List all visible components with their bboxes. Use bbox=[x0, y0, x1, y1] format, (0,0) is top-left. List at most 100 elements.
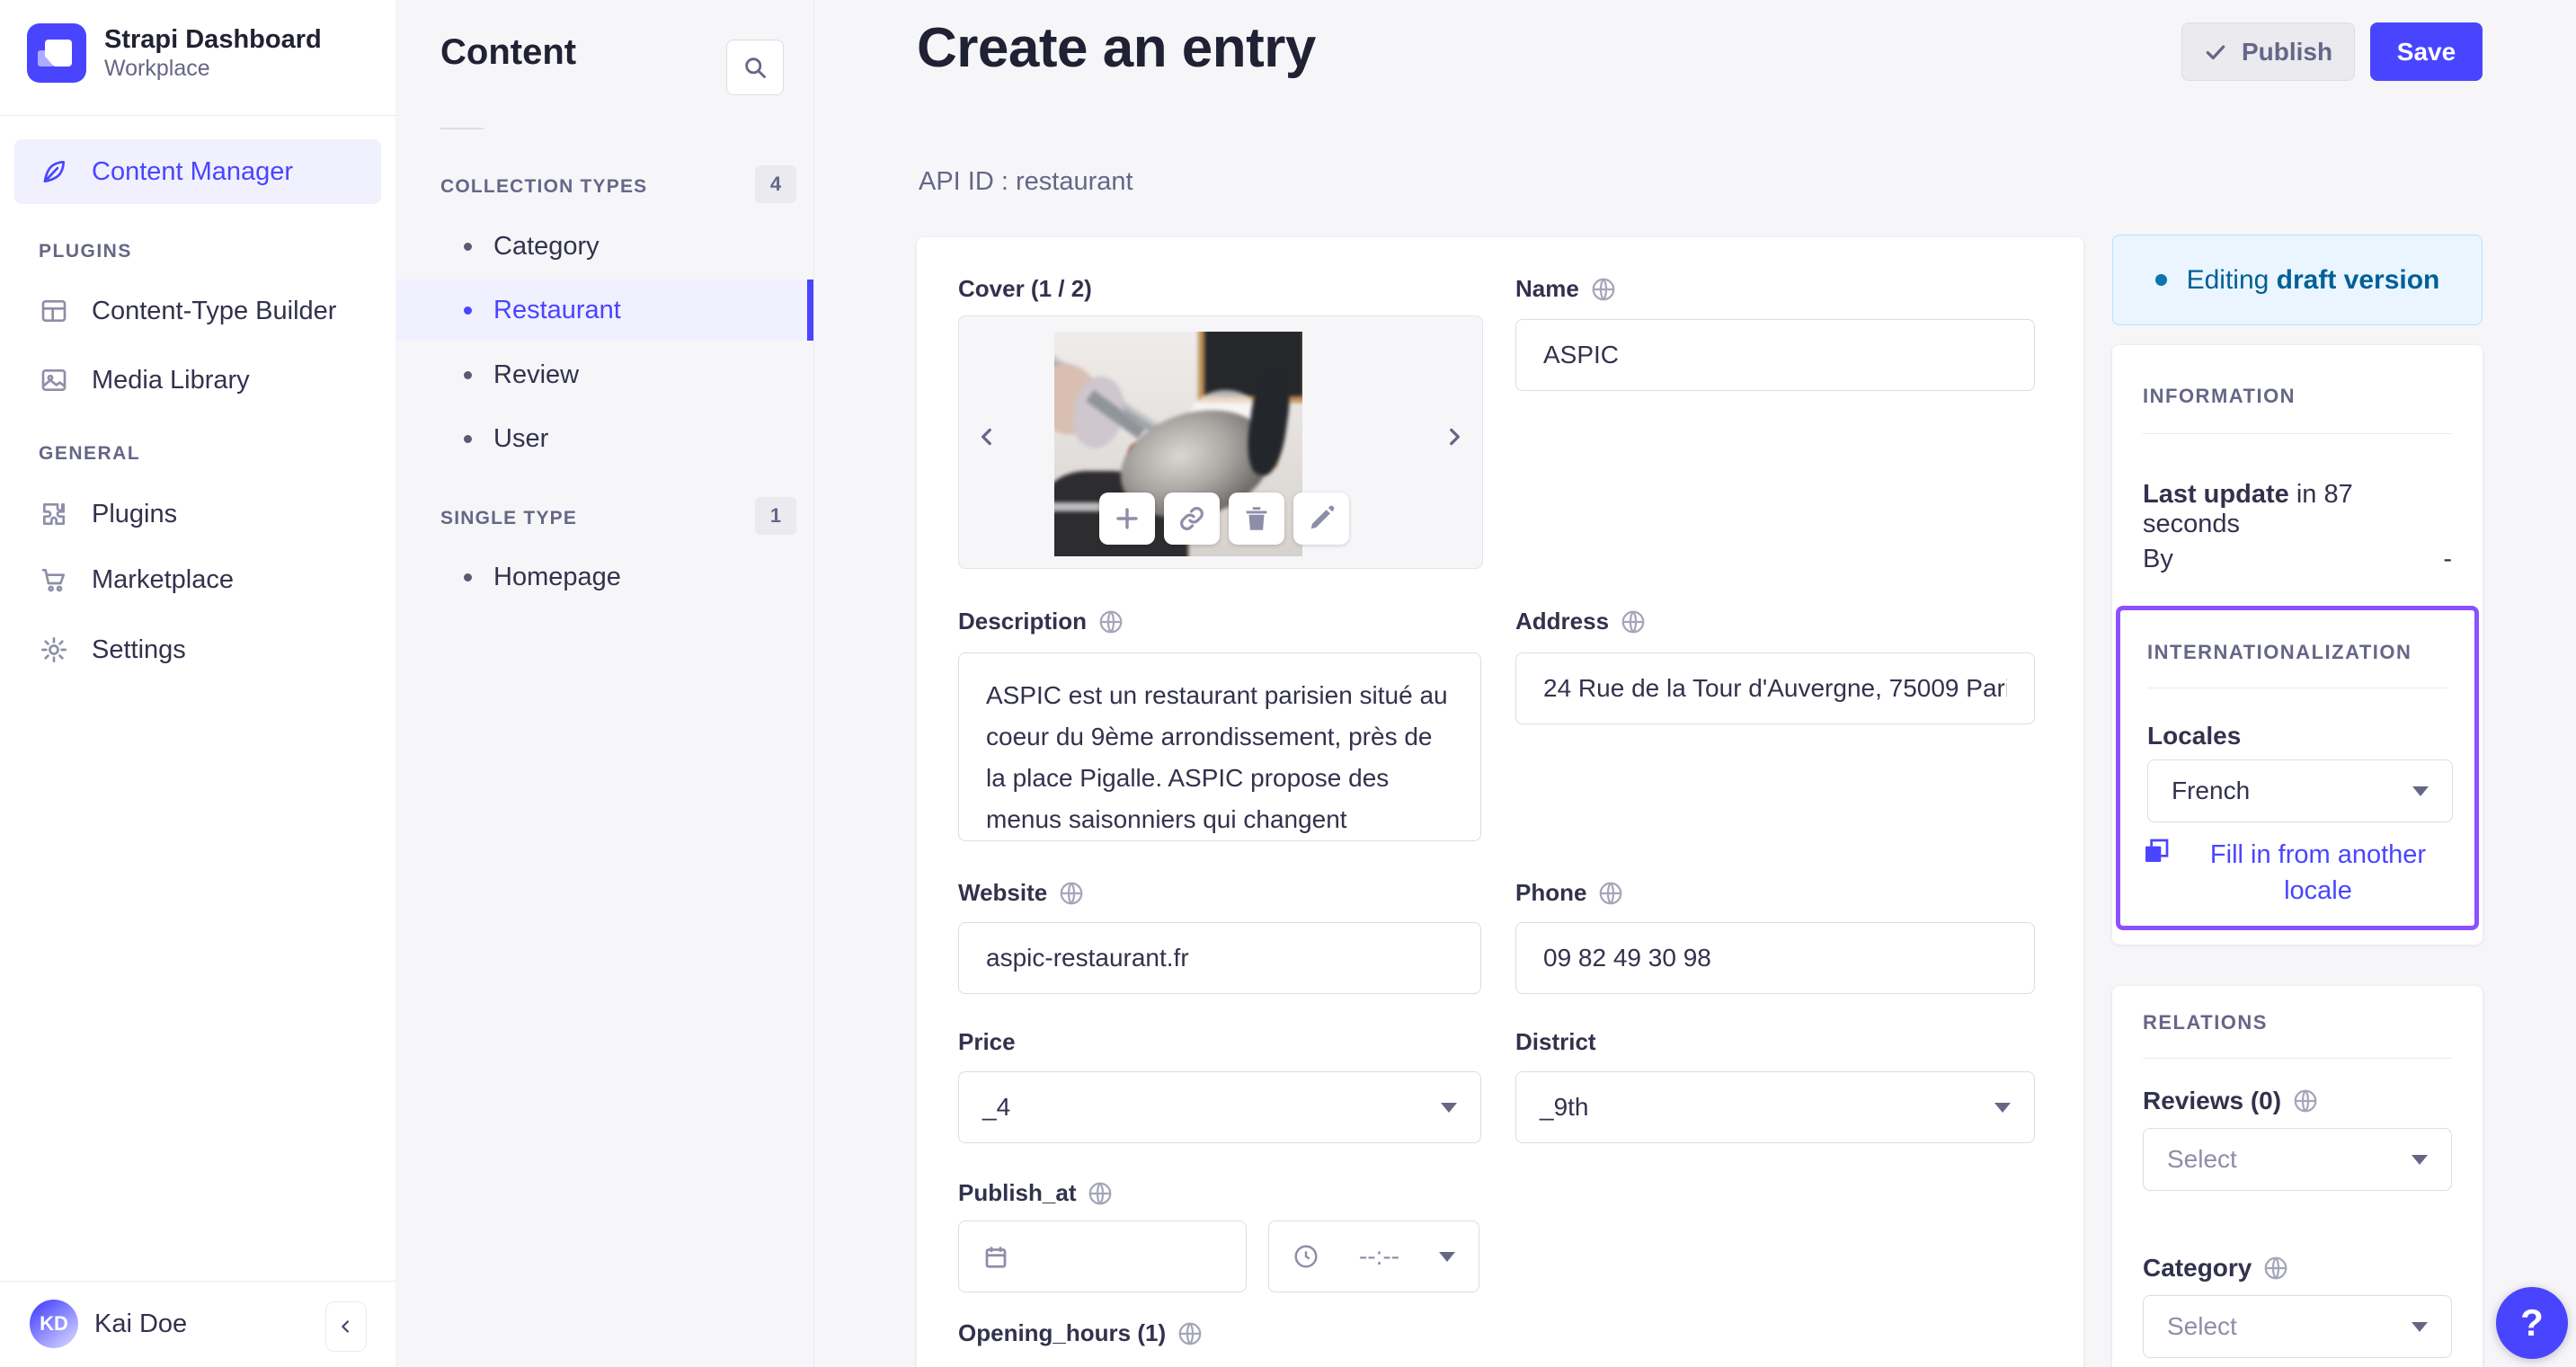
district-value: _9th bbox=[1540, 1093, 1589, 1121]
cover-carousel bbox=[958, 315, 1483, 569]
i18n-title: INTERNATIONALIZATION bbox=[2147, 641, 2412, 663]
locale-select[interactable]: French bbox=[2147, 759, 2453, 822]
sidebar-section-general: GENERAL bbox=[39, 443, 141, 464]
locales-label: Locales bbox=[2147, 722, 2242, 750]
picture-icon bbox=[40, 366, 68, 395]
divider bbox=[0, 115, 395, 116]
check-icon bbox=[2204, 40, 2227, 64]
user-name: Kai Doe bbox=[94, 1309, 188, 1338]
active-indicator bbox=[807, 280, 813, 341]
chevron-down-icon bbox=[2412, 786, 2429, 796]
sidebar-item-label: Marketplace bbox=[92, 564, 234, 594]
help-button[interactable]: ? bbox=[2496, 1287, 2568, 1359]
edit-asset-button[interactable] bbox=[1293, 493, 1349, 545]
chevron-down-icon bbox=[2412, 1154, 2428, 1165]
phone-field-label: Phone bbox=[1515, 879, 1624, 907]
collapse-sidebar-button[interactable] bbox=[325, 1301, 367, 1352]
save-label: Save bbox=[2396, 37, 2456, 66]
link-icon bbox=[1180, 507, 1204, 530]
globe-icon bbox=[1087, 1180, 1114, 1207]
avatar: KD bbox=[30, 1300, 78, 1348]
cover-actions bbox=[1099, 493, 1349, 545]
single-type-label: SINGLE TYPE bbox=[440, 508, 578, 528]
reviews-placeholder: Select bbox=[2167, 1145, 2237, 1173]
globe-icon bbox=[2262, 1255, 2289, 1282]
phone-input[interactable] bbox=[1515, 922, 2035, 994]
price-select[interactable]: _4 bbox=[958, 1071, 1481, 1143]
time-placeholder: --:-- bbox=[1358, 1242, 1400, 1270]
calendar-icon bbox=[982, 1243, 1009, 1270]
sidebar-item-label: Content Manager bbox=[92, 156, 294, 186]
description-textarea[interactable]: ASPIC est un restaurant parisien situé a… bbox=[958, 652, 1481, 841]
pencil-icon bbox=[1310, 505, 1335, 529]
copy-icon bbox=[2142, 837, 2171, 865]
sidebar-item-plugins[interactable]: Plugins bbox=[14, 480, 381, 548]
relations-title: RELATIONS bbox=[2143, 1011, 2268, 1034]
website-input[interactable] bbox=[958, 922, 1481, 994]
sidebar-item-content-type-builder[interactable]: Content-Type Builder bbox=[14, 277, 381, 345]
subnav-item-category[interactable]: Category bbox=[395, 216, 813, 277]
strapi-logo-icon bbox=[27, 23, 86, 83]
search-button[interactable] bbox=[726, 40, 784, 95]
publish-at-date-input[interactable] bbox=[958, 1221, 1247, 1292]
copy-link-button[interactable] bbox=[1164, 493, 1220, 545]
subnav-item-homepage[interactable]: Homepage bbox=[395, 546, 813, 608]
reviews-select[interactable]: Select bbox=[2143, 1128, 2452, 1191]
chevron-down-icon bbox=[1994, 1102, 2011, 1113]
publish-label: Publish bbox=[2241, 37, 2333, 66]
fill-link-label: Fill in from another locale bbox=[2209, 840, 2427, 905]
sidebar-item-media-library[interactable]: Media Library bbox=[14, 346, 381, 414]
draft-dot-icon bbox=[2154, 274, 2167, 286]
price-value: _4 bbox=[982, 1093, 1011, 1121]
trash-icon bbox=[1246, 507, 1267, 530]
cover-field-label: Cover (1 / 2) bbox=[958, 275, 1092, 302]
save-button[interactable]: Save bbox=[2370, 22, 2483, 81]
globe-icon bbox=[1590, 276, 1617, 303]
category-field-label: Category bbox=[2143, 1254, 2289, 1283]
plus-icon bbox=[1116, 508, 1138, 529]
globe-icon bbox=[1097, 608, 1124, 635]
sidebar-item-settings[interactable]: Settings bbox=[14, 616, 381, 684]
publish-at-time-input[interactable]: --:-- bbox=[1268, 1221, 1479, 1292]
bullet-icon bbox=[464, 370, 472, 379]
globe-icon bbox=[1058, 880, 1085, 907]
question-mark-icon: ? bbox=[2520, 1301, 2544, 1344]
publish-button[interactable]: Publish bbox=[2181, 22, 2355, 81]
brand[interactable]: Strapi Dashboard Workplace bbox=[27, 23, 322, 83]
reviews-field-label: Reviews (0) bbox=[2143, 1087, 2319, 1115]
information-card: INFORMATION Last update in 87 seconds By… bbox=[2112, 345, 2483, 945]
subnav-item-label: Review bbox=[493, 360, 580, 389]
district-select[interactable]: _9th bbox=[1515, 1071, 2035, 1143]
draft-prefix: Editing bbox=[2186, 264, 2270, 295]
brand-subtitle: Workplace bbox=[104, 56, 210, 81]
clock-icon bbox=[1292, 1243, 1319, 1270]
main-sidebar: Strapi Dashboard Workplace Content Manag… bbox=[0, 0, 396, 1367]
collection-types-count-badge: 4 bbox=[755, 165, 796, 203]
bullet-icon bbox=[464, 306, 472, 315]
delete-asset-button[interactable] bbox=[1229, 493, 1284, 545]
carousel-prev-button[interactable] bbox=[973, 417, 1000, 457]
divider bbox=[440, 128, 484, 129]
information-title: INFORMATION bbox=[2143, 385, 2296, 407]
subnav-item-label: Category bbox=[493, 231, 600, 261]
subnav-item-review[interactable]: Review bbox=[395, 344, 813, 405]
subnav-item-restaurant[interactable]: Restaurant bbox=[395, 280, 813, 341]
subnav-item-user[interactable]: User bbox=[395, 408, 813, 469]
collection-types-label: COLLECTION TYPES bbox=[440, 176, 648, 197]
fill-from-locale-link[interactable]: Fill in from another locale bbox=[2142, 837, 2453, 909]
sidebar-item-content-manager[interactable]: Content Manager bbox=[14, 139, 381, 204]
editing-draft-banner: Editing draft version bbox=[2112, 235, 2483, 325]
name-input[interactable] bbox=[1515, 319, 2035, 391]
carousel-next-button[interactable] bbox=[1441, 417, 1468, 457]
name-field-label: Name bbox=[1515, 275, 1617, 303]
category-select[interactable]: Select bbox=[2143, 1295, 2452, 1358]
entry-form-card: Cover (1 / 2) Name ASPIC Description ASP… bbox=[917, 237, 2083, 1367]
subnav-item-label: User bbox=[493, 423, 549, 453]
sidebar-item-marketplace[interactable]: Marketplace bbox=[14, 546, 381, 614]
address-input[interactable] bbox=[1515, 652, 2035, 724]
relations-card: RELATIONS Reviews (0) Select Category Se… bbox=[2112, 986, 2483, 1367]
chevron-down-icon bbox=[1441, 1102, 1457, 1113]
globe-icon bbox=[2292, 1087, 2319, 1114]
add-asset-button[interactable] bbox=[1099, 493, 1155, 545]
user-menu[interactable]: KD Kai Doe bbox=[30, 1300, 371, 1348]
